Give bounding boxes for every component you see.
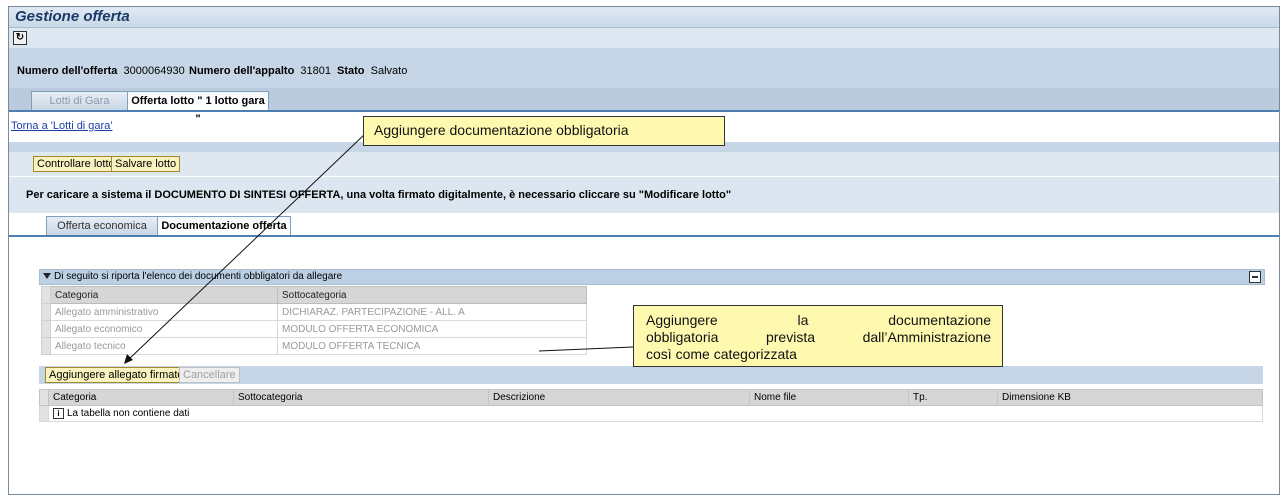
callout-top-text: Aggiungere documentazione obbligatoria — [374, 122, 629, 138]
arrowhead-icon — [124, 354, 133, 364]
callout-side-line-3: così come categorizzata — [646, 346, 797, 362]
callout-top: Aggiungere documentazione obbligatoria — [363, 116, 725, 146]
callout-side-line-2: obbligatoria prevista dall’Amministrazio… — [646, 329, 991, 345]
callout-side-line-1: Aggiungere la documentazione — [646, 312, 991, 328]
arrow-line-top — [127, 133, 366, 361]
arrow-line-side — [538, 346, 634, 352]
callout-side: Aggiungere la documentazione obbligatori… — [633, 305, 1003, 367]
annotation-arrows — [124, 133, 634, 364]
